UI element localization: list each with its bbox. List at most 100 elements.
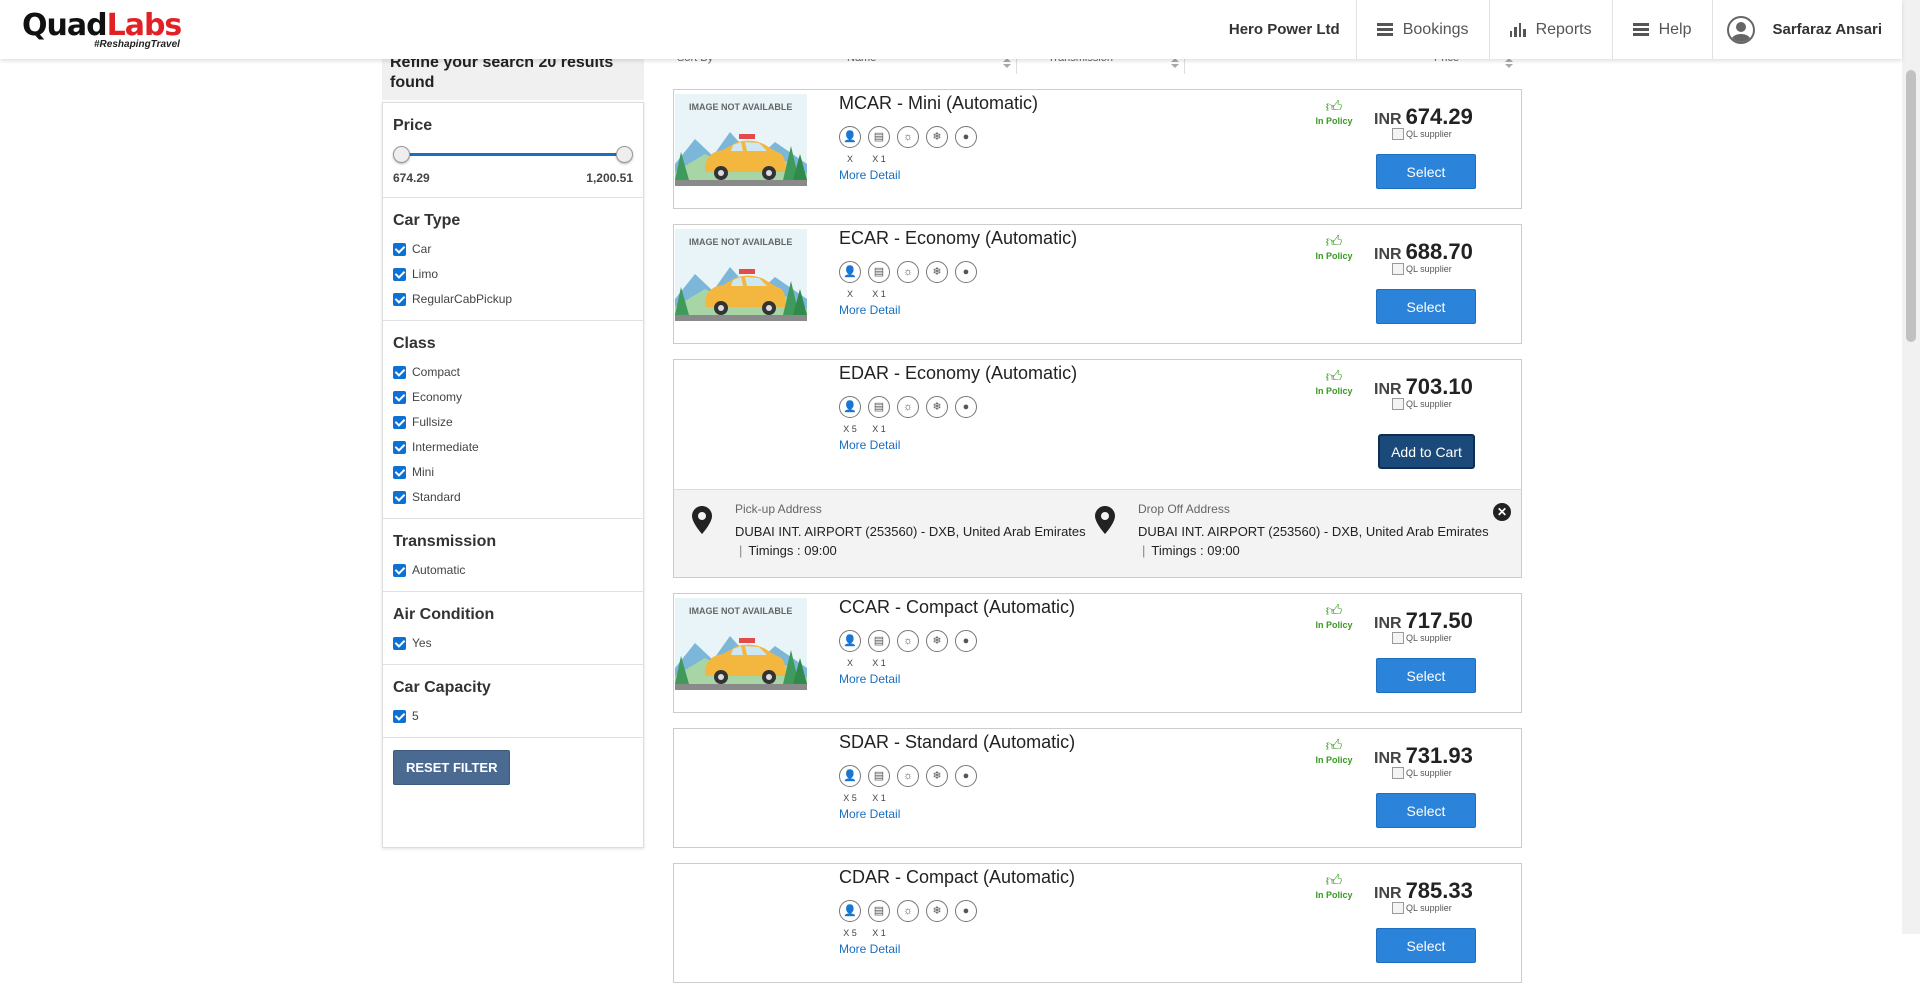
checkbox-checked[interactable] — [393, 267, 406, 281]
dropoff-address-text: DUBAI INT. AIRPORT (253560) - DXB, Unite… — [1138, 524, 1489, 539]
driver-icon: ☼ — [897, 765, 919, 787]
car-name: CCAR - Compact (Automatic) — [839, 597, 1076, 617]
filter-option[interactable]: Compact — [393, 363, 633, 381]
currency-label: INR — [1374, 246, 1402, 263]
luggage-count: X 1 — [872, 289, 886, 299]
checkbox-checked[interactable] — [393, 365, 406, 379]
quadlabs-logo[interactable]: QuadLabs #ReshapingTravel — [22, 10, 182, 52]
pickup-label: Pick-up Address — [735, 502, 822, 516]
pickup-address: Pick-up Address DUBAI INT. AIRPORT (2535… — [735, 502, 1086, 558]
amenities: 👤 ▤ ☼ ❄ ● — [839, 396, 977, 418]
car-image: IMAGE NOT AVAILABLE — [675, 598, 807, 690]
sort-arrows-icon[interactable] — [1003, 58, 1011, 68]
select-button[interactable]: Select — [1376, 154, 1476, 189]
price-min-handle[interactable] — [393, 146, 410, 163]
filter-option[interactable]: Mini — [393, 463, 633, 481]
car-price: INR 731.93 — [1374, 743, 1504, 769]
checkbox-checked[interactable] — [393, 415, 406, 429]
thumbs-up-icon: 👍︎ — [1325, 369, 1343, 386]
currency-label: INR — [1374, 750, 1402, 767]
info-icon: ● — [955, 261, 977, 283]
checkbox-checked[interactable] — [393, 390, 406, 404]
price-value: 688.70 — [1405, 239, 1473, 264]
thumbs-up-icon: 👍︎ — [1325, 603, 1343, 620]
sort-arrows-icon[interactable] — [1505, 58, 1513, 68]
air-condition-icon: ❄ — [926, 630, 948, 652]
nav-bookings[interactable]: Bookings — [1357, 0, 1490, 59]
in-policy-label: In Policy — [1315, 116, 1353, 126]
broken-image-icon — [1392, 902, 1404, 914]
filter-option[interactable]: Car — [393, 240, 633, 258]
car-image: IMAGE NOT AVAILABLE — [675, 229, 807, 321]
thumbs-up-icon: 👍︎ — [1325, 873, 1343, 890]
broken-image-icon — [1392, 263, 1404, 275]
in-policy-badge: 👍︎ In Policy — [1314, 739, 1354, 766]
scrollbar-thumb[interactable] — [1906, 70, 1916, 342]
more-detail-link[interactable]: More Detail — [839, 303, 900, 317]
filter-option[interactable]: 5 — [393, 707, 633, 725]
checkbox-checked[interactable] — [393, 709, 406, 723]
menu-icon — [1632, 23, 1649, 36]
checkbox-checked[interactable] — [393, 440, 406, 454]
checkbox-checked[interactable] — [393, 465, 406, 479]
more-detail-link[interactable]: More Detail — [839, 438, 900, 452]
checkbox-checked[interactable] — [393, 490, 406, 504]
select-button[interactable]: Select — [1376, 289, 1476, 324]
more-detail-link[interactable]: More Detail — [839, 168, 900, 182]
results-list: IMAGE NOT AVAILABLE MCAR - Mini (Automat… — [673, 89, 1523, 998]
pickup-timing: Timings : 09:00 — [748, 543, 837, 558]
more-detail-link[interactable]: More Detail — [839, 672, 900, 686]
nav-reports[interactable]: Reports — [1490, 0, 1613, 59]
passenger-count: X 5 — [843, 793, 857, 803]
filter-option-label: Economy — [412, 390, 463, 404]
transmission-title: Transmission — [393, 533, 497, 550]
checkbox-checked[interactable] — [393, 563, 406, 577]
in-policy-badge: 👍︎ In Policy — [1314, 873, 1354, 901]
thumbs-up-icon: 👍︎ — [1325, 99, 1343, 116]
checkbox-checked[interactable] — [393, 242, 406, 256]
amenities: 👤 ▤ ☼ ❄ ● — [839, 261, 977, 283]
bar-chart-icon — [1509, 22, 1526, 37]
filter-option-label: Fullsize — [412, 415, 453, 429]
info-icon: ● — [955, 126, 977, 148]
passenger-count: X 5 — [843, 424, 857, 434]
filter-option[interactable]: RegularCabPickup — [393, 290, 633, 308]
filter-option-label: 5 — [412, 709, 419, 723]
more-detail-link[interactable]: More Detail — [839, 807, 900, 821]
reset-filter-button[interactable]: RESET FILTER — [393, 750, 511, 785]
price-max-handle[interactable] — [616, 146, 633, 163]
more-detail-link[interactable]: More Detail — [839, 942, 900, 956]
select-button[interactable]: Select — [1376, 658, 1476, 693]
supplier-logo: QL supplier — [1392, 632, 1452, 644]
filter-option[interactable]: Limo — [393, 265, 633, 283]
checkbox-checked[interactable] — [393, 292, 406, 306]
supplier-alt-text: QL supplier — [1406, 633, 1452, 643]
car-name: SDAR - Standard (Automatic) — [839, 732, 1076, 752]
filter-option[interactable]: Standard — [393, 488, 633, 506]
menu-icon — [1376, 23, 1393, 36]
filter-option[interactable]: Automatic — [393, 561, 633, 579]
filter-option[interactable]: Yes — [393, 634, 633, 652]
select-button[interactable]: Select — [1376, 928, 1476, 963]
add-to-cart-button[interactable]: Add to Cart — [1378, 434, 1475, 469]
filter-option[interactable]: Economy — [393, 388, 633, 406]
nav-help[interactable]: Help — [1613, 0, 1713, 59]
select-button[interactable]: Select — [1376, 793, 1476, 828]
close-icon[interactable]: ✕ — [1493, 503, 1511, 521]
user-menu[interactable]: Sarfaraz Ansari — [1713, 0, 1903, 59]
filter-option-label: Limo — [412, 267, 439, 281]
filter-option[interactable]: Intermediate — [393, 438, 633, 456]
checkbox-checked[interactable] — [393, 636, 406, 650]
capacity-filter: Car Capacity 5 — [383, 665, 643, 738]
logo-tagline: #ReshapingTravel — [94, 39, 180, 50]
sort-arrows-icon[interactable] — [1171, 58, 1179, 68]
page-scrollbar[interactable] — [1902, 0, 1920, 934]
pickup-address-text: DUBAI INT. AIRPORT (253560) - DXB, Unite… — [735, 524, 1086, 539]
air-condition-title: Air Condition — [393, 606, 495, 623]
car-result-card: IMAGE NOT AVAILABLE MCAR - Mini (Automat… — [673, 89, 1522, 209]
class-title: Class — [393, 335, 436, 352]
price-range-slider[interactable] — [393, 145, 633, 165]
in-policy-badge: 👍︎ In Policy — [1314, 235, 1354, 262]
price-value: 785.33 — [1405, 878, 1473, 903]
filter-option[interactable]: Fullsize — [393, 413, 633, 431]
